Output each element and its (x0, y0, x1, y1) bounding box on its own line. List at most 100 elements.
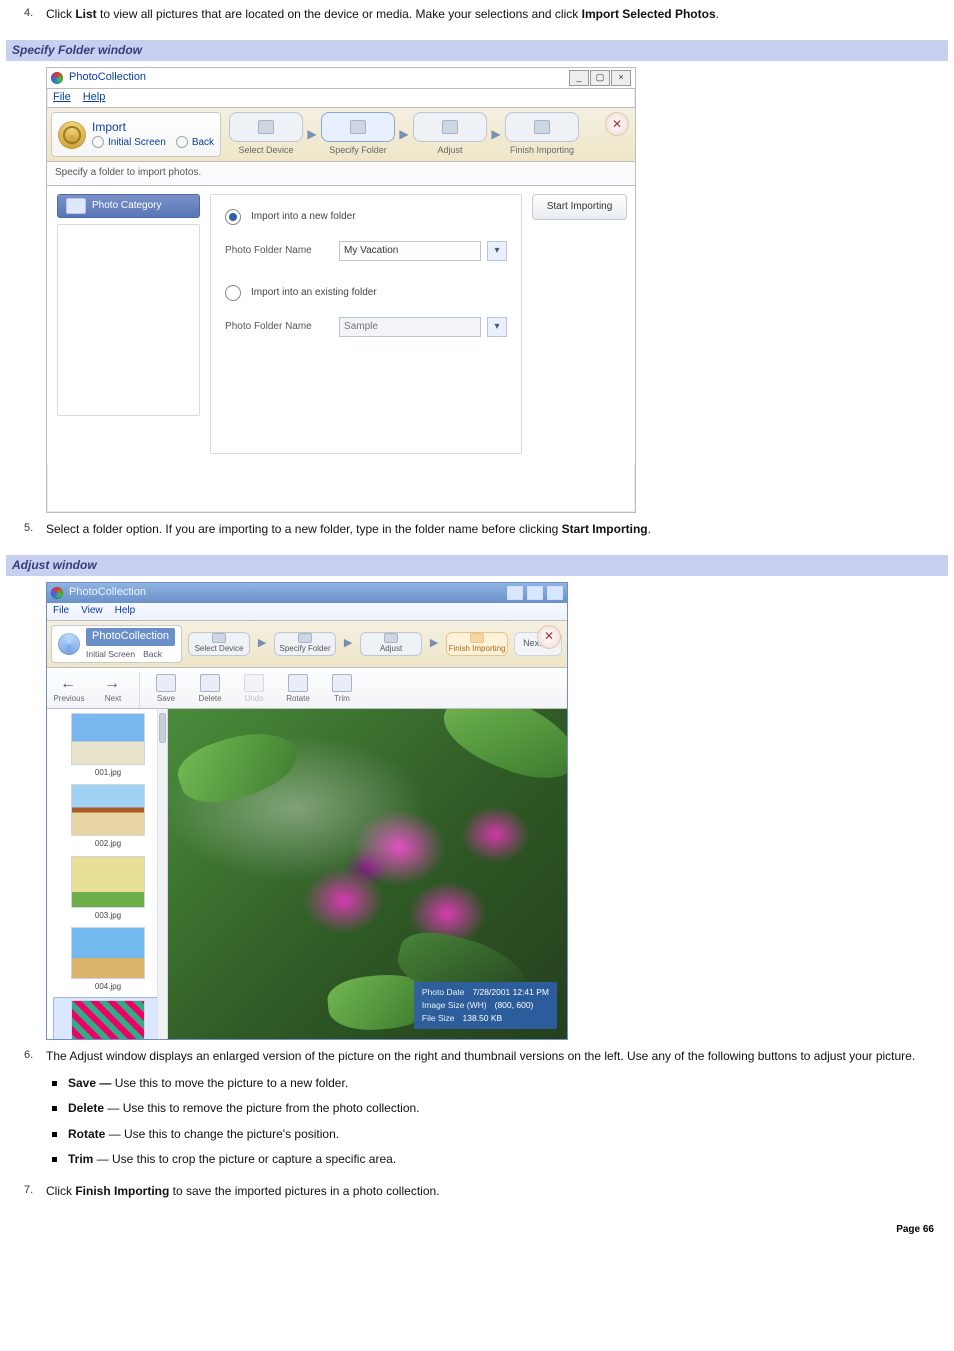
tool-delete[interactable]: Delete (188, 672, 232, 708)
tool-rotate[interactable]: Rotate (276, 672, 320, 708)
tool-next[interactable]: →Next (91, 674, 135, 708)
thumbnail-label: 002.jpg (95, 838, 121, 850)
thumb-item[interactable]: 003.jpg (53, 854, 163, 924)
arrow-icon: ▶ (395, 126, 413, 143)
photo-viewer[interactable]: Photo Date7/28/2001 12:41 PM Image Size … (168, 709, 567, 1039)
import-home-chip[interactable]: PhotoCollection Initial Screen Back (51, 625, 182, 663)
folder-picker-button[interactable]: ▾ (487, 241, 507, 261)
tool-trim[interactable]: Trim (320, 672, 364, 708)
folder-name-label: Photo Folder Name (225, 244, 333, 259)
tool-save[interactable]: Save (144, 672, 188, 708)
thumb-item[interactable]: 002.jpg (53, 782, 163, 852)
step-finish-importing[interactable] (505, 112, 579, 142)
step-number: 6. (24, 1048, 33, 1064)
heading-specify-folder: Specify Folder window (6, 40, 948, 61)
app-logo-icon (51, 72, 63, 84)
subhint: Specify a folder to import photos. (47, 162, 635, 186)
instruction-4: 4. Click List to view all pictures that … (6, 6, 948, 34)
radio-new-folder[interactable] (225, 209, 241, 225)
menu-view[interactable]: View (81, 604, 103, 619)
instruction-text: The Adjust window displays an enlarged v… (46, 1049, 915, 1063)
specify-folder-window: PhotoCollection _ ▢ × File Help Import I… (46, 67, 636, 512)
close-importer-button[interactable]: ✕ (537, 625, 561, 649)
close-button[interactable] (547, 586, 563, 600)
step-number: 4. (24, 6, 33, 22)
thumb-item[interactable]: 004.jpg (53, 925, 163, 995)
menu-bar: File View Help (47, 603, 567, 621)
menu-file[interactable]: File (53, 90, 71, 106)
initial-screen-link[interactable]: Initial Screen (108, 137, 166, 148)
step-adjust[interactable]: Adjust (360, 632, 422, 656)
device-icon (258, 120, 274, 134)
close-button[interactable]: × (611, 70, 631, 86)
adjust-icon (442, 120, 458, 134)
folder-name-input[interactable] (339, 241, 481, 261)
maximize-button[interactable]: ▢ (590, 70, 610, 86)
adjust-toolbar: ←Previous →Next Save Delete Undo Rotate … (47, 668, 567, 709)
menu-help[interactable]: Help (115, 604, 136, 619)
window-title: PhotoCollection (69, 70, 146, 86)
minimize-button[interactable] (507, 586, 523, 600)
arrow-icon: ▶ (342, 636, 354, 652)
thumbnail-image (71, 713, 145, 765)
tool-previous[interactable]: ←Previous (47, 674, 91, 708)
thumbnail-image (71, 927, 145, 979)
step-specify-folder[interactable]: Specify Folder (274, 632, 336, 656)
back-link[interactable]: Back (143, 648, 162, 660)
titlebar[interactable]: PhotoCollection _ ▢ × (47, 68, 635, 89)
import-icon (58, 633, 80, 655)
heading-adjust-window: Adjust window (6, 555, 948, 576)
save-icon (156, 674, 176, 692)
back-icon (176, 136, 188, 148)
step-number: 7. (24, 1183, 33, 1199)
folder-options-panel: Import into a new folder Photo Folder Na… (210, 194, 522, 454)
thumbnail-image (71, 784, 145, 836)
menu-file[interactable]: File (53, 604, 69, 619)
photo-category-header[interactable]: Photo Category (57, 194, 200, 218)
thumbnail-strip[interactable]: 001.jpg 002.jpg 003.jpg 004.jpg 005.jpg (47, 709, 168, 1039)
window-title: PhotoCollection (69, 585, 146, 601)
subitem-rotate: Rotate — Use this to change the picture'… (46, 1122, 948, 1147)
menu-bar: File Help (47, 89, 635, 108)
undo-icon (244, 674, 264, 692)
import-icon (58, 121, 86, 149)
existing-folder-input (339, 317, 481, 337)
radio-existing-folder[interactable] (225, 285, 241, 301)
trim-icon (332, 674, 352, 692)
scroll-thumb[interactable] (159, 713, 166, 743)
back-link[interactable]: Back (192, 137, 214, 148)
subitem-save: Save — Use this to move the picture to a… (46, 1071, 948, 1096)
initial-screen-link[interactable]: Initial Screen (86, 648, 135, 660)
thumbnail-label: 004.jpg (95, 981, 121, 993)
folder-icon (350, 120, 366, 134)
app-logo-icon (51, 587, 63, 599)
thumbnail-label: 001.jpg (95, 767, 121, 779)
start-importing-button[interactable]: Start Importing (532, 194, 627, 220)
step-specify-folder[interactable] (321, 112, 395, 142)
menu-help[interactable]: Help (83, 90, 106, 106)
step-adjust[interactable] (413, 112, 487, 142)
minimize-button[interactable]: _ (569, 70, 589, 86)
thumb-item-selected[interactable]: 005.jpg (53, 997, 163, 1039)
step-select-device[interactable]: Select Device (188, 632, 250, 656)
titlebar[interactable]: PhotoCollection (47, 583, 567, 603)
existing-folder-picker-button[interactable]: ▾ (487, 317, 507, 337)
photo-category-list[interactable] (57, 224, 200, 416)
instruction-text: Click Finish Importing to save the impor… (46, 1184, 440, 1198)
finish-icon (534, 120, 550, 134)
step-finish-importing[interactable]: Finish Importing (446, 632, 508, 656)
photo-info-overlay: Photo Date7/28/2001 12:41 PM Image Size … (414, 982, 557, 1028)
import-home-chip[interactable]: Import Initial Screen Back (51, 112, 221, 157)
adjust-window: PhotoCollection File View Help PhotoColl… (46, 582, 568, 1039)
maximize-button[interactable] (527, 586, 543, 600)
radio-existing-folder-label: Import into an existing folder (251, 286, 377, 301)
tool-undo: Undo (232, 672, 276, 708)
scrollbar[interactable] (157, 709, 167, 1039)
step-select-device[interactable] (229, 112, 303, 142)
instruction-5: 5. Select a folder option. If you are im… (6, 521, 948, 549)
subitem-trim: Trim — Use this to crop the picture or c… (46, 1147, 948, 1172)
arrow-icon: ▶ (303, 126, 321, 143)
subitem-delete: Delete — Use this to remove the picture … (46, 1096, 948, 1121)
rotate-icon (288, 674, 308, 692)
thumb-item[interactable]: 001.jpg (53, 711, 163, 781)
